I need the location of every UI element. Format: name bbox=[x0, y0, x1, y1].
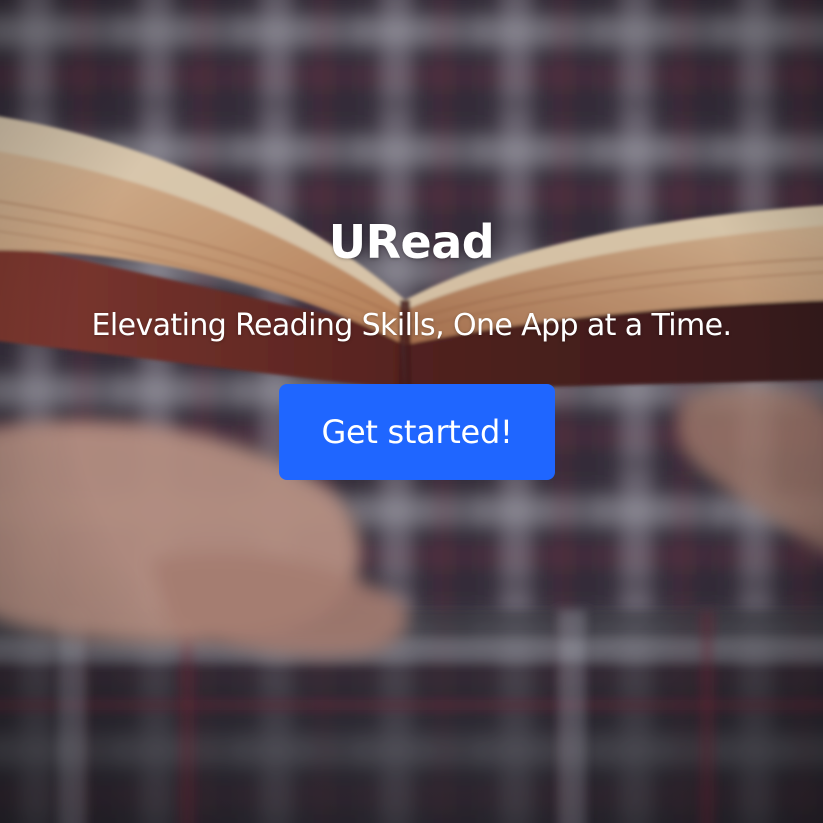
hero-section: URead Elevating Reading Skills, One App … bbox=[0, 0, 823, 823]
get-started-button[interactable]: Get started! bbox=[279, 384, 555, 480]
app-tagline: Elevating Reading Skills, One App at a T… bbox=[91, 308, 733, 343]
app-title: URead bbox=[328, 215, 495, 269]
hero-content: URead Elevating Reading Skills, One App … bbox=[0, 0, 823, 823]
